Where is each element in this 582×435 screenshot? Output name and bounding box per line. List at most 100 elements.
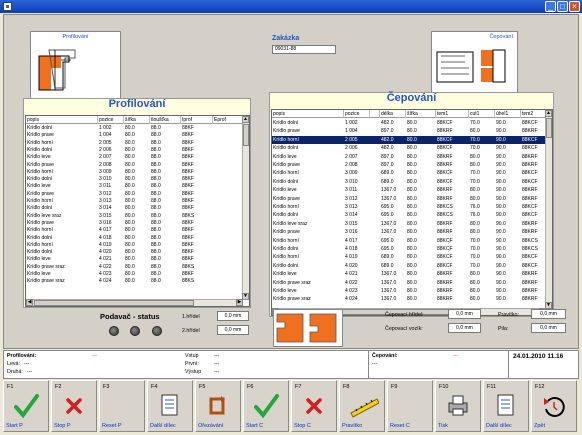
table-cell: 88.0: [151, 227, 161, 234]
table-row[interactable]: Krídlo horní 3 013 80.0 88.0 88KF: [26, 198, 244, 205]
table-row[interactable]: Krídlo leve 4 021 80.0 88.0 88KF: [26, 256, 244, 263]
table-cell: 695.0: [381, 204, 394, 210]
fkey-f10[interactable]: F10 Tisk: [435, 380, 481, 432]
col-sirka[interactable]: šířka: [124, 116, 150, 124]
table-row[interactable]: Krídlo horní 4 019 689.0 80.0 88KCF 70.0 90.0 8…: [272, 253, 547, 261]
table-cell: 2 005: [99, 139, 112, 146]
col-delka[interactable]: délka: [380, 110, 406, 118]
fkey-f1[interactable]: F1 Start P: [3, 380, 49, 432]
table-cell: Krídlo horní: [27, 139, 53, 146]
table-row[interactable]: Krídlo dolní 3 010 689.0 80.0 88KCF 70.0 90.0 8…: [272, 178, 547, 186]
cepovani-table[interactable]: popis pozice délka šířka tem1 cut1 úhel1…: [271, 109, 553, 316]
table-cell: 3 016: [345, 229, 358, 236]
table-cell: 88.0: [151, 146, 161, 153]
fkey-f5[interactable]: F5 Ořezávání: [195, 380, 241, 432]
table-cell: 80.0: [470, 271, 480, 278]
info-vstup-value: ---: [214, 353, 220, 359]
minimize-button[interactable]: _: [545, 1, 556, 12]
table-cell: 80.0: [407, 296, 417, 303]
table-cell: 689.0: [381, 262, 394, 269]
fkey-f2[interactable]: F2 Stop P: [51, 380, 97, 432]
table-row[interactable]: Krídlo dolní 2 006 482.0 80.0 88KCF 70.0 90.0 8…: [272, 144, 547, 152]
fkey-label: Pravítko: [342, 423, 363, 429]
table-cell: Krídlo horní: [273, 237, 299, 244]
col-cut1[interactable]: cut1: [469, 110, 495, 118]
table-row[interactable]: Krídlo dolní 1 002 482.0 80.0 88KCF 70.0 90.0 8…: [272, 119, 547, 127]
table-row[interactable]: Krídlo horní 4 017 80.0 88.0 88KF: [26, 227, 244, 234]
table-cell: 90.0: [496, 136, 506, 143]
table-cell: 80.0: [407, 153, 417, 160]
table-row[interactable]: Krídlo leve sraz 3 015 80.0 88.0 88KS: [26, 213, 244, 220]
col-pozice[interactable]: pozice: [344, 110, 370, 118]
col-popis[interactable]: popis: [272, 110, 344, 118]
col-uhel1[interactable]: úhel1: [495, 110, 521, 118]
fkey-label: Ořezávání: [198, 423, 224, 429]
table-row[interactable]: Krídlo dolní 3 014 695.0 80.0 88KCS 76.0 90.0 8…: [272, 211, 547, 219]
table-row[interactable]: Krídlo dolní 4 020 80.0 88.0 88KF: [26, 249, 244, 256]
table-row[interactable]: Krídlo dolní 4 020 689.0 80.0 88KCF 70.0 90.0 8…: [272, 262, 547, 270]
table-row[interactable]: Krídlo dolní 1 002 80.0 88.0 88KF: [26, 125, 244, 132]
cepovani-vscroll[interactable]: ▲ ▼: [545, 110, 552, 309]
table-row[interactable]: Krídlo leve 2 007 80.0 88.0 88KF: [26, 154, 244, 161]
table-cell: 80.0: [407, 262, 417, 269]
col-popis[interactable]: popis: [26, 116, 98, 124]
close-button[interactable]: ×: [569, 1, 580, 12]
table-row[interactable]: Krídlo prave 3 016 1367.0 80.0 88KRF 80.0 90.0…: [272, 228, 547, 236]
fkey-f4[interactable]: F4 Další dílec: [147, 380, 193, 432]
table-row[interactable]: Krídlo prave 2 008 897.0 80.0 88KRF 80.0 90.0 8…: [272, 161, 547, 169]
profilovani-table[interactable]: popis pozice šířka tloušťka Iprof Eprof …: [25, 115, 250, 307]
table-row[interactable]: Krídlo horní 3 009 80.0 88.0 88KF: [26, 169, 244, 176]
table-row[interactable]: Krídlo dolní 3 010 80.0 88.0 88KF: [26, 176, 244, 183]
table-row[interactable]: Krídlo leve sraz 3 015 1367.0 80.0 88KRF 80.0…: [272, 220, 547, 228]
table-row[interactable]: Krídlo prave sraz 4 024 80.0 88.0 88KS: [26, 278, 244, 285]
col-iprof[interactable]: Iprof: [181, 116, 213, 124]
table-row[interactable]: Krídlo prave 2 008 80.0 88.0 88KF: [26, 162, 244, 169]
col-flag[interactable]: [370, 110, 380, 118]
fkey-f8[interactable]: F8 Pravítko: [339, 380, 385, 432]
profilovani-hscroll[interactable]: ◀ ▶: [26, 299, 243, 306]
col-tloustka[interactable]: tloušťka: [150, 116, 181, 124]
table-cell: 2 005: [345, 136, 358, 143]
table-row[interactable]: Krídlo horní 2 005 482.0 80.0 88KCF 70.0 90.0 8…: [272, 135, 547, 145]
table-row[interactable]: Krídlo dolní 3 014 80.0 88.0 88KF: [26, 205, 244, 212]
col-pozice[interactable]: pozice: [98, 116, 124, 124]
table-cell: 80.0: [125, 263, 135, 270]
table-row[interactable]: Krídlo prave 3 012 80.0 88.0 88KF: [26, 191, 244, 198]
table-row[interactable]: Krídlo leve 4 021 1367.0 80.0 88KRF 80.0 90.0 8…: [272, 270, 547, 278]
col-tem2[interactable]: tem2: [521, 110, 547, 118]
table-row[interactable]: Krídlo leve 4 023 80.0 88.0 88KF: [26, 271, 244, 278]
table-row[interactable]: Krídlo leve 4 023 1367.0 80.0 88KRF 80.0 90.0 8…: [272, 287, 547, 295]
profilovani-vscroll[interactable]: ▲ ▼: [242, 116, 249, 300]
table-row[interactable]: Krídlo leve 2 007 897.0 80.0 88KRF 80.0 90.0 88…: [272, 153, 547, 161]
table-cell: 897.0: [381, 153, 394, 160]
maximize-button[interactable]: □: [557, 1, 568, 12]
table-row[interactable]: Krídlo prave sraz 4 024 1367.0 80.0 88KRF 80.…: [272, 295, 547, 303]
col-eprof[interactable]: Eprof: [213, 116, 244, 124]
zakazka-field[interactable]: 09031-88: [272, 45, 336, 54]
table-row[interactable]: Krídlo prave 3 012 1367.0 80.0 88KRF 80.0 90.0…: [272, 195, 547, 203]
table-cell: 88KRF: [437, 271, 453, 278]
table-row[interactable]: Krídlo prave sraz 4 022 1367.0 80.0 88KRF 80.…: [272, 279, 547, 287]
col-sirka[interactable]: šířka: [406, 110, 436, 118]
table-row[interactable]: Krídlo dolní 4 018 80.0 88.0 88KF: [26, 235, 244, 242]
table-row[interactable]: Krídlo prave sraz 4 022 80.0 88.0 88KS: [26, 264, 244, 271]
table-row[interactable]: Krídlo horní 3 009 689.0 80.0 88KCF 70.0 90.0 8…: [272, 169, 547, 177]
table-row[interactable]: Krídlo leve 3 011 80.0 88.0 88KF: [26, 183, 244, 190]
col-tem1[interactable]: tem1: [436, 110, 469, 118]
table-row[interactable]: Krídlo prave 1 004 80.0 88.0 88KF: [26, 132, 244, 139]
fkey-f3[interactable]: F3 Reset P: [99, 380, 145, 432]
table-row[interactable]: Krídlo prave 3 016 80.0 88.0 88KF: [26, 220, 244, 227]
fkey-f7[interactable]: F7 Stop C: [291, 380, 337, 432]
fkey-f6[interactable]: F6 Start C: [243, 380, 289, 432]
table-row[interactable]: Krídlo horní 2 005 80.0 88.0 88KF: [26, 140, 244, 147]
table-row[interactable]: Krídlo dolní 4 018 695.0 80.0 88KCF 70.0 90.0 8…: [272, 245, 547, 253]
table-row[interactable]: Krídlo horní 3 013 695.0 80.0 88KCS 76.0 90.0 8…: [272, 203, 547, 211]
table-row[interactable]: Krídlo horní 4 019 80.0 88.0 88KF: [26, 242, 244, 249]
table-row[interactable]: Krídlo horní 4 017 695.0 80.0 88KCF 70.0 90.0 8…: [272, 237, 547, 245]
fkey-f9[interactable]: F9 Reset C: [387, 380, 433, 432]
table-row[interactable]: Krídlo prave 1 004 897.0 80.0 88KRF 80.0 90.0 8…: [272, 127, 547, 135]
fkey-f12[interactable]: F12 Zpět: [531, 380, 577, 432]
table-row[interactable]: Krídlo dolní 2 006 80.0 88.0 88KF: [26, 147, 244, 154]
table-row[interactable]: Krídlo leve 3 011 1367.0 80.0 88KRF 80.0 90.0 8…: [272, 186, 547, 194]
fkey-f11[interactable]: F11 Další dílec: [483, 380, 529, 432]
